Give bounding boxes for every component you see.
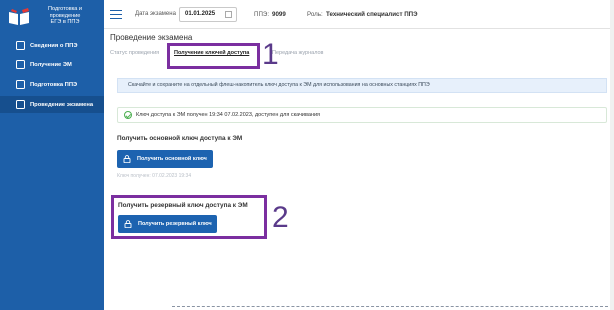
date-label: Дата экзамена [135,11,176,17]
annotation-box-2 [111,195,267,239]
annotation-box-1 [167,43,260,69]
calendar-icon[interactable] [225,11,232,18]
role-label: Роль: [307,11,323,18]
status-message: Ключ доступа к ЭМ получен 19:34 07.02.20… [117,107,607,123]
sidebar-item-info[interactable]: Сведения о ППЭ [0,37,104,54]
top-bar: Дата экзамена 01.01.2025 ППЭ: 9099 Роль:… [104,0,614,29]
annotation-number-1: 1 [262,38,279,71]
sidebar-item-preparation[interactable]: Подготовка ППЭ [0,76,104,93]
get-main-key-button[interactable]: Получить основной ключ [117,150,213,168]
ppe-label: ППЭ: [254,11,270,18]
ppe-value: 9099 [272,11,286,18]
gear-icon [16,80,25,89]
exam-icon [16,100,25,109]
sidebar-item-label: Проведение экзамена [30,101,94,108]
sidebar-item-label: Получение ЭМ [30,61,72,68]
annotation-number-2: 2 [272,201,289,234]
brand-title: Подготовка и проведение ЕГЭ в ППЭ [47,6,83,26]
sidebar-item-receive-em[interactable]: Получение ЭМ [0,56,104,73]
info-banner: Скачайте и сохраните на отдельный флеш-н… [117,78,607,93]
check-circle-icon [124,111,132,119]
sidebar-item-label: Сведения о ППЭ [30,42,78,49]
tab-status[interactable]: Статус проведения [110,50,159,56]
main-key-title: Получить основной ключ доступа к ЭМ [117,135,243,142]
brand: Подготовка и проведение ЕГЭ в ППЭ [8,6,104,32]
date-input[interactable]: 01.01.2025 [179,7,237,22]
divider [172,306,608,307]
document-icon [16,41,25,50]
scrollbar[interactable] [610,0,614,310]
page-title: Проведение экзамена [110,33,193,42]
menu-toggle-icon[interactable] [110,10,122,20]
sidebar-item-label: Подготовка ППЭ [30,81,78,88]
role-value: Технический специалист ППЭ [326,11,418,18]
lock-icon [123,155,131,163]
tab-journals[interactable]: Передача журналов [272,50,323,56]
check-icon [16,60,25,69]
book-logo-icon [9,8,29,25]
sidebar: Подготовка и проведение ЕГЭ в ППЭ Сведен… [0,0,104,310]
sidebar-item-exam[interactable]: Проведение экзамена [0,96,104,113]
main-key-note: Ключ получен: 07.02.2023 19:34 [117,173,192,179]
